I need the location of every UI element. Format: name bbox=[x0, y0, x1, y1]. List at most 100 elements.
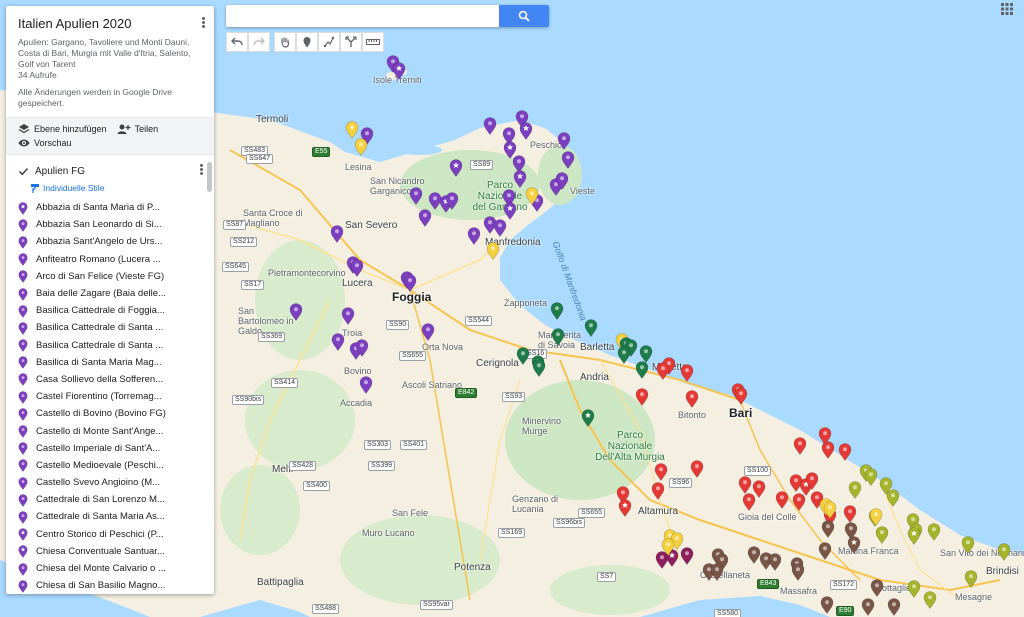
layer-item[interactable]: Centro Storico di Peschici (P... bbox=[18, 526, 204, 543]
search-button[interactable] bbox=[499, 5, 549, 27]
map-marker[interactable] bbox=[483, 117, 497, 135]
layer-options-icon[interactable] bbox=[198, 163, 204, 177]
map-marker[interactable] bbox=[961, 536, 975, 554]
layer-item[interactable]: Cattedrale di Santa Maria As... bbox=[18, 508, 204, 525]
layer-item[interactable]: Castello Imperiale di Sant'A... bbox=[18, 440, 204, 457]
checkbox-checked-icon[interactable] bbox=[18, 166, 29, 177]
star-map-marker[interactable] bbox=[581, 409, 595, 427]
map-marker[interactable] bbox=[561, 151, 575, 169]
layer-item[interactable]: Baia delle Zagare (Baia delle... bbox=[18, 285, 204, 302]
map-marker[interactable] bbox=[661, 538, 675, 556]
star-map-marker[interactable] bbox=[618, 499, 632, 517]
map-marker[interactable] bbox=[493, 219, 507, 237]
map-marker[interactable] bbox=[656, 362, 670, 380]
layer-item[interactable]: Castello Medioevale (Peschi... bbox=[18, 457, 204, 474]
map-marker[interactable] bbox=[823, 501, 837, 519]
map-marker[interactable] bbox=[820, 596, 834, 614]
star-map-marker[interactable] bbox=[513, 170, 527, 188]
map-marker[interactable] bbox=[821, 441, 835, 459]
map-marker[interactable] bbox=[997, 543, 1011, 561]
map-marker[interactable] bbox=[805, 472, 819, 490]
map-marker[interactable] bbox=[864, 468, 878, 486]
map-marker[interactable] bbox=[887, 598, 901, 616]
more-options-icon[interactable] bbox=[200, 16, 206, 30]
map-marker[interactable] bbox=[551, 328, 565, 346]
draw-line-button[interactable] bbox=[318, 32, 340, 52]
layer-name[interactable]: Apulien FG bbox=[35, 166, 85, 177]
map-marker[interactable] bbox=[330, 225, 344, 243]
layer-item[interactable]: Basilica Cattedrale di Santa ... bbox=[18, 337, 204, 354]
map-marker[interactable] bbox=[635, 388, 649, 406]
map-marker[interactable] bbox=[793, 437, 807, 455]
apps-grid-icon[interactable] bbox=[1000, 2, 1014, 16]
layer-item[interactable]: Arco di San Felice (Vieste FG) bbox=[18, 268, 204, 285]
map-marker[interactable] bbox=[680, 364, 694, 382]
map-marker[interactable] bbox=[775, 491, 789, 509]
layer-item[interactable]: Castello di Monte Sant'Ange... bbox=[18, 422, 204, 439]
map-marker[interactable] bbox=[848, 481, 862, 499]
map-marker[interactable] bbox=[870, 579, 884, 597]
search-input[interactable] bbox=[226, 5, 499, 27]
layer-item[interactable]: Abbazia Sant'Angelo de Urs... bbox=[18, 233, 204, 250]
map-marker[interactable] bbox=[742, 493, 756, 511]
map-marker[interactable] bbox=[418, 209, 432, 227]
layer-item[interactable]: Casa Sollievo della Sofferen... bbox=[18, 371, 204, 388]
map-marker[interactable] bbox=[467, 227, 481, 245]
map-marker[interactable] bbox=[927, 523, 941, 541]
map-marker[interactable] bbox=[550, 302, 564, 320]
map-marker[interactable] bbox=[690, 460, 704, 478]
star-map-marker[interactable] bbox=[907, 527, 921, 545]
map-marker[interactable] bbox=[685, 390, 699, 408]
map-marker[interactable] bbox=[355, 339, 369, 357]
map-marker[interactable] bbox=[843, 505, 857, 523]
star-map-marker[interactable] bbox=[503, 202, 517, 220]
layer-item[interactable]: Castel Fiorentino (Torremag... bbox=[18, 388, 204, 405]
map-marker[interactable] bbox=[445, 192, 459, 210]
star-map-marker[interactable] bbox=[392, 62, 406, 80]
directions-button[interactable] bbox=[340, 32, 362, 52]
pan-tool-button[interactable] bbox=[274, 32, 296, 52]
map-marker[interactable] bbox=[654, 463, 668, 481]
layer-item[interactable]: Abbazia di Santa Maria di P... bbox=[18, 199, 204, 216]
layer-item[interactable]: Chiesa del Monte Calvario o ... bbox=[18, 560, 204, 577]
map-marker[interactable] bbox=[861, 598, 875, 616]
map-marker[interactable] bbox=[354, 138, 368, 156]
layer-item[interactable]: Abbazia San Leonardo di Si... bbox=[18, 216, 204, 233]
star-map-marker[interactable] bbox=[519, 122, 533, 140]
add-marker-button[interactable] bbox=[296, 32, 318, 52]
preview-button[interactable]: Vorschau bbox=[18, 138, 72, 148]
map-marker[interactable] bbox=[331, 333, 345, 351]
map-description[interactable]: Apulien: Gargano, Tavoliere und Monti Da… bbox=[18, 37, 202, 70]
map-marker[interactable] bbox=[532, 359, 546, 377]
map-marker[interactable] bbox=[635, 361, 649, 379]
map-marker[interactable] bbox=[617, 346, 631, 364]
map-marker[interactable] bbox=[403, 274, 417, 292]
map-marker[interactable] bbox=[907, 580, 921, 598]
map-marker[interactable] bbox=[818, 542, 832, 560]
map-title[interactable]: Italien Apulien 2020 bbox=[18, 16, 202, 31]
map-marker[interactable] bbox=[734, 387, 748, 405]
map-marker[interactable] bbox=[341, 307, 355, 325]
redo-button[interactable] bbox=[248, 32, 270, 52]
map-marker[interactable] bbox=[738, 476, 752, 494]
layer-item[interactable]: Basilica Cattedrale di Foggia... bbox=[18, 302, 204, 319]
layer-item[interactable]: Castello Svevo Angioino (M... bbox=[18, 474, 204, 491]
star-map-marker[interactable] bbox=[449, 159, 463, 177]
share-button[interactable]: Teilen bbox=[117, 123, 158, 135]
map-marker[interactable] bbox=[710, 563, 724, 581]
map-marker[interactable] bbox=[869, 508, 883, 526]
map-marker[interactable] bbox=[486, 242, 500, 260]
map-marker[interactable] bbox=[557, 132, 571, 150]
layer-item[interactable]: Chiesa di San Basilio Magno... bbox=[18, 577, 204, 594]
map-marker[interactable] bbox=[289, 303, 303, 321]
individual-styles-link[interactable]: Individuelle Stile bbox=[30, 181, 204, 195]
map-marker[interactable] bbox=[555, 172, 569, 190]
star-map-marker[interactable] bbox=[847, 536, 861, 554]
layer-item[interactable]: Castello di Bovino (Bovino FG) bbox=[18, 405, 204, 422]
map-marker[interactable] bbox=[525, 187, 539, 205]
map-marker[interactable] bbox=[838, 443, 852, 461]
layer-item[interactable]: Basilica di Santa Maria Mag... bbox=[18, 354, 204, 371]
measure-button[interactable] bbox=[362, 32, 384, 52]
panel-scrollbar[interactable] bbox=[207, 162, 212, 192]
layer-header[interactable]: Apulien FG bbox=[18, 163, 204, 179]
